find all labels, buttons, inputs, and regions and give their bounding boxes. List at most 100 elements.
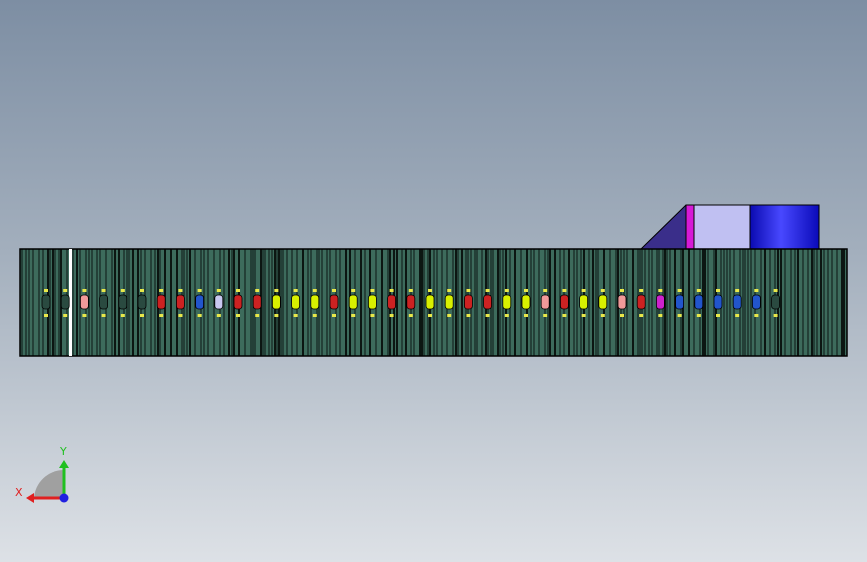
slot-marker: [367, 294, 377, 310]
slot-marker: [463, 294, 473, 310]
slot-marker: [579, 294, 588, 310]
slot-marker: [617, 294, 627, 310]
slot-tick: [293, 289, 298, 292]
slot-tick: [658, 289, 663, 292]
slot-tick: [140, 314, 144, 317]
slot-tick: [159, 289, 164, 292]
slot-marker: [233, 294, 243, 310]
slot-tick: [485, 314, 490, 317]
cylinder-face: [749, 204, 820, 250]
slot-tick: [159, 314, 164, 317]
slot-tick: [562, 314, 567, 317]
slot-marker: [41, 294, 51, 310]
slot-tick: [696, 289, 701, 292]
slot-tick: [197, 314, 202, 317]
slot-marker: [713, 294, 723, 310]
slot-marker: [175, 294, 185, 310]
slot-tick: [82, 314, 87, 317]
y-axis-label: Y: [59, 445, 67, 458]
slot-marker: [694, 294, 704, 310]
slot-tick: [562, 289, 567, 292]
slot-tick: [370, 289, 375, 292]
slot-marker: [310, 294, 320, 310]
slot-marker: [329, 294, 339, 310]
slot-tick: [120, 289, 125, 292]
slot-tick: [543, 314, 548, 317]
slot-tick: [216, 289, 221, 292]
slot-tick: [236, 314, 240, 317]
slot-marker: [271, 294, 281, 310]
slot-tick: [351, 314, 356, 317]
slot-tick: [408, 289, 413, 292]
slot-tick: [197, 289, 202, 292]
slot-marker: [425, 294, 435, 310]
slot-tick: [735, 314, 740, 317]
slot-tick: [236, 289, 240, 292]
y-arrow-head: [59, 460, 69, 468]
slot-tick: [754, 289, 759, 292]
slot-tick: [600, 289, 605, 292]
slot-tick: [63, 289, 68, 292]
slot-marker: [560, 294, 569, 310]
slot-marker: [732, 294, 742, 310]
slot-tick: [504, 289, 509, 292]
slot-tick: [581, 289, 586, 292]
x-arrow-head: [26, 493, 34, 503]
base-body[interactable]: [19, 248, 848, 357]
slot-tick: [466, 289, 471, 292]
slot-marker: [675, 294, 684, 310]
graphics-viewport[interactable]: Y X: [0, 0, 867, 562]
slot-tick: [466, 314, 471, 317]
slot-tick: [658, 314, 663, 317]
slot-marker: [656, 294, 665, 310]
slot-marker: [195, 294, 205, 310]
slot-tick: [639, 314, 644, 317]
slot-tick: [178, 289, 183, 292]
slot-tick: [524, 289, 528, 292]
slot-marker: [387, 294, 397, 310]
slot-tick: [447, 289, 452, 292]
slot-tick: [351, 289, 356, 292]
slot-tick: [82, 289, 87, 292]
slot-marker: [348, 294, 358, 310]
slot-tick: [101, 289, 106, 292]
slot-tick: [389, 314, 394, 317]
slot-tick: [428, 289, 432, 292]
slot-tick: [389, 289, 394, 292]
slot-marker: [60, 294, 70, 310]
z-axis-dot: [59, 493, 69, 503]
slot-tick: [255, 314, 260, 317]
slot-marker: [483, 294, 493, 310]
slot-marker: [540, 294, 550, 310]
slot-marker: [502, 294, 512, 310]
slot-tick: [274, 314, 279, 317]
magenta-strip: [685, 204, 695, 250]
slot-tick: [447, 314, 452, 317]
upper-block[interactable]: [639, 204, 820, 250]
slot-tick: [485, 289, 490, 292]
slot-tick: [504, 314, 509, 317]
slot-tick: [696, 314, 701, 317]
slot-tick: [216, 314, 221, 317]
slot-marker: [137, 294, 147, 310]
slot-tick: [677, 314, 682, 317]
slot-tick: [312, 289, 317, 292]
slot-marker: [444, 294, 454, 310]
slot-tick: [255, 289, 260, 292]
slot-tick: [754, 314, 759, 317]
slot-tick: [312, 314, 317, 317]
slot-tick: [408, 314, 413, 317]
slot-marker: [214, 294, 224, 310]
slot-tick: [620, 289, 624, 292]
slot-tick: [773, 289, 778, 292]
slot-tick: [524, 314, 528, 317]
slot-marker: [291, 294, 301, 310]
slot-tick: [44, 289, 48, 292]
triad-plane-icon: [34, 469, 64, 498]
slot-marker: [118, 294, 128, 310]
slot-tick: [581, 314, 586, 317]
slot-tick: [63, 314, 68, 317]
slot-tick: [332, 289, 336, 292]
slot-tick: [120, 314, 125, 317]
slot-marker: [80, 294, 89, 310]
